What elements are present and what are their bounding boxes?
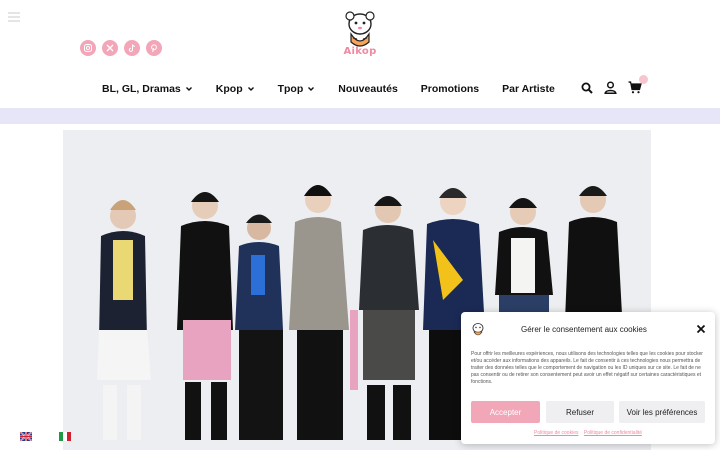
cookie-consent-dialog: Gérer le consentement aux cookies Pour o… <box>461 312 715 444</box>
cookie-title: Gérer le consentement aux cookies <box>521 325 647 334</box>
nav-label: Promotions <box>420 83 480 95</box>
main-nav: BL, GL, Dramas Kpop Tpop Nouveautés Prom… <box>102 83 578 95</box>
nav-item-tpop[interactable]: Tpop <box>278 83 316 95</box>
cookie-policy-links: Politique de cookies Politique de confid… <box>461 430 715 436</box>
nav-item-bl-gl-dramas[interactable]: BL, GL, Dramas <box>102 83 193 95</box>
header-icons <box>581 75 648 94</box>
announcement-band <box>0 108 720 124</box>
tiktok-icon[interactable] <box>124 40 140 56</box>
view-preferences-button[interactable]: Voir les préférences <box>619 401 705 423</box>
nav-item-kpop[interactable]: Kpop <box>216 83 255 95</box>
it-flag-icon[interactable] <box>59 432 71 441</box>
instagram-icon[interactable] <box>80 40 96 56</box>
logo-text: Aikop <box>343 46 377 57</box>
cookie-description: Pour offrir les meilleures expériences, … <box>471 351 703 385</box>
nav-item-promotions[interactable]: Promotions <box>421 83 479 95</box>
chevron-down-icon <box>185 87 192 91</box>
cart-button[interactable] <box>628 75 648 94</box>
nav-item-par-artiste[interactable]: Par Artiste <box>502 83 555 95</box>
cookie-policy-link[interactable]: Politique de cookies <box>534 430 578 436</box>
close-icon[interactable] <box>696 324 706 334</box>
search-icon[interactable] <box>581 82 593 94</box>
chevron-down-icon <box>247 87 254 91</box>
nav-item-nouveautes[interactable]: Nouveautés <box>338 83 398 95</box>
refuse-button[interactable]: Refuser <box>546 401 614 423</box>
user-icon[interactable] <box>604 81 617 94</box>
nav-label: Nouveautés <box>338 83 398 95</box>
nav-label: BL, GL, Dramas <box>102 83 181 95</box>
nav-label: Par Artiste <box>502 83 555 95</box>
en-flag-icon[interactable] <box>20 432 32 441</box>
accept-button[interactable]: Accepter <box>471 401 540 423</box>
pinterest-icon[interactable] <box>146 40 162 56</box>
social-links <box>80 40 162 56</box>
menu-toggle-icon[interactable] <box>8 12 20 22</box>
nav-label: Tpop <box>277 83 304 95</box>
cart-count-badge <box>639 75 648 84</box>
nav-label: Kpop <box>215 83 243 95</box>
x-icon[interactable] <box>102 40 118 56</box>
chevron-down-icon <box>308 87 315 91</box>
logo-mascot-icon <box>472 323 484 336</box>
privacy-policy-link[interactable]: Politique de confidentialité <box>584 430 642 436</box>
